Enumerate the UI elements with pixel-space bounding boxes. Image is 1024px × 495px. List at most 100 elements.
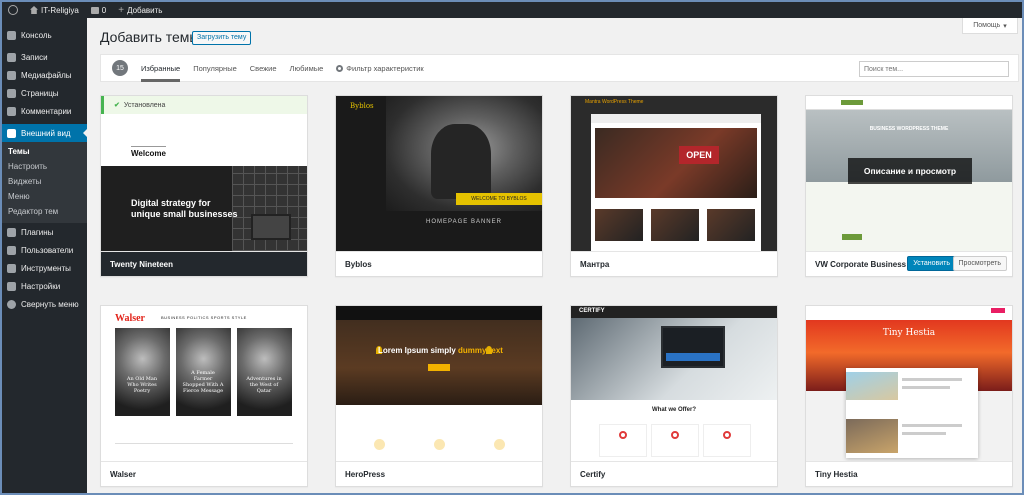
headline-text: Lorem Ipsum simply bbox=[378, 346, 456, 355]
sidebar-item-comments[interactable]: Комментарии bbox=[2, 102, 87, 120]
theme-screenshot[interactable]: Lorem Ipsum simply dummy text bbox=[336, 306, 542, 461]
screenshot-text-line bbox=[902, 424, 962, 427]
theme-screenshot[interactable]: CERTIFY What we Offer? bbox=[571, 306, 777, 461]
screenshot-heading: What we Offer? bbox=[651, 407, 696, 413]
wp-logo-menu[interactable] bbox=[2, 2, 24, 18]
feature-filter-button[interactable]: Фильтр характеристик bbox=[336, 54, 424, 82]
feature-filter-label: Фильтр характеристик bbox=[346, 63, 424, 73]
main-content: Помощь ▾ Добавить темы Загрузить тему 15 … bbox=[87, 18, 1022, 493]
preview-button[interactable]: Просмотреть bbox=[952, 256, 1007, 271]
sidebar-item-posts[interactable]: Записи bbox=[2, 48, 87, 66]
collapse-icon bbox=[7, 299, 16, 309]
screenshot-nav bbox=[591, 114, 761, 123]
submenu-menus[interactable]: Меню bbox=[2, 189, 87, 204]
theme-name: Tiny Hestia bbox=[806, 461, 1012, 486]
theme-details-overlay[interactable]: Описание и просмотр bbox=[848, 158, 972, 184]
theme-card-certify[interactable]: CERTIFY What we Offer? Certify bbox=[570, 305, 778, 487]
tab-featured[interactable]: Избранные bbox=[141, 54, 181, 82]
screenshot-slider bbox=[595, 128, 757, 198]
screenshot-service-box bbox=[599, 424, 647, 457]
sidebar-item-label: Записи bbox=[21, 52, 48, 62]
site-name-menu[interactable]: IT-Religiya bbox=[24, 2, 85, 18]
submenu-theme-editor[interactable]: Редактор тем bbox=[2, 204, 87, 219]
media-icon bbox=[7, 70, 16, 80]
page-title: Добавить темы bbox=[100, 29, 200, 45]
check-icon: ✔ bbox=[114, 102, 120, 109]
sidebar-item-settings[interactable]: Настройки bbox=[2, 277, 87, 295]
screenshot-service-icon bbox=[619, 431, 627, 439]
browser-frame: IT-Religiya 0 + Добавить Консоль Записи … bbox=[0, 0, 1024, 495]
story-title: A Female Farmer Shopped With A Fierce Me… bbox=[182, 370, 224, 394]
wordpress-icon bbox=[8, 5, 18, 15]
screenshot-bg bbox=[336, 306, 542, 461]
theme-card-twenty-nineteen[interactable]: Welcome Digital strategy for unique smal… bbox=[100, 95, 308, 277]
plus-icon: + bbox=[118, 4, 125, 16]
submenu-customize[interactable]: Настроить bbox=[2, 159, 87, 174]
sidebar-item-label: Свернуть меню bbox=[21, 299, 79, 309]
theme-card-tiny-hestia[interactable]: Tiny Hestia Tiny Hestia bbox=[805, 305, 1013, 487]
theme-screenshot[interactable]: Walser BUSINESS POLITICS SPORTS STYLE An… bbox=[101, 306, 307, 461]
screenshot-open-sign: OPEN bbox=[679, 146, 719, 164]
admin-sidebar: Консоль Записи Медиафайлы Страницы Комме… bbox=[2, 18, 87, 493]
tab-popular[interactable]: Популярные bbox=[193, 54, 237, 82]
appearance-submenu: Темы Настроить Виджеты Меню Редактор тем bbox=[2, 142, 87, 223]
home-icon bbox=[30, 6, 38, 14]
install-button[interactable]: Установить bbox=[907, 256, 956, 271]
screenshot-story: A Female Farmer Shopped With A Fierce Me… bbox=[176, 328, 231, 416]
submenu-themes[interactable]: Темы bbox=[2, 144, 87, 159]
screenshot-feature-icon bbox=[434, 439, 445, 450]
theme-screenshot[interactable]: Welcome Digital strategy for unique smal… bbox=[101, 96, 307, 251]
theme-name: Certify bbox=[571, 461, 777, 486]
installed-notice: ✔ Установлена bbox=[101, 96, 307, 114]
sidebar-item-label: Пользователи bbox=[21, 245, 74, 255]
screenshot-service-icon bbox=[723, 431, 731, 439]
screenshot-story: Adventures in the West of Qatar bbox=[237, 328, 292, 416]
theme-screenshot[interactable]: Mantra WordPress Theme OPEN bbox=[571, 96, 777, 251]
screenshot-laptop bbox=[251, 214, 291, 240]
help-label: Помощь bbox=[973, 22, 1001, 29]
sidebar-item-pages[interactable]: Страницы bbox=[2, 84, 87, 102]
theme-screenshot[interactable]: Byblos WELCOME TO BYBLOS HOMEPAGE BANNER bbox=[336, 96, 542, 251]
screenshot-logo: Walser bbox=[115, 313, 145, 324]
sidebar-item-plugins[interactable]: Плагины bbox=[2, 223, 87, 241]
theme-screenshot[interactable]: Tiny Hestia bbox=[806, 306, 1012, 461]
theme-card-walser[interactable]: Walser BUSINESS POLITICS SPORTS STYLE An… bbox=[100, 305, 308, 487]
theme-name: Byblos bbox=[336, 251, 542, 276]
sidebar-item-label: Плагины bbox=[21, 227, 54, 237]
screenshot-topbar bbox=[336, 306, 542, 320]
screenshot-cta: WELCOME TO BYBLOS bbox=[456, 193, 542, 205]
screenshot-logo: Byblos bbox=[350, 102, 374, 110]
comments-count: 0 bbox=[101, 5, 107, 15]
page-icon bbox=[7, 88, 16, 98]
sidebar-item-media[interactable]: Медиафайлы bbox=[2, 66, 87, 84]
screenshot-sidebar bbox=[336, 96, 386, 251]
search-themes-input[interactable] bbox=[859, 61, 1009, 77]
sidebar-item-users[interactable]: Пользователи bbox=[2, 241, 87, 259]
new-content-menu[interactable]: + Добавить bbox=[112, 2, 168, 18]
sidebar-item-dashboard[interactable]: Консоль bbox=[2, 26, 87, 44]
submenu-widgets[interactable]: Виджеты bbox=[2, 174, 87, 189]
story-title: Adventures in the West of Qatar bbox=[246, 376, 282, 394]
theme-screenshot[interactable]: BUSINESS WORDPRESS THEME Описание и прос… bbox=[806, 96, 1012, 251]
tab-favorites[interactable]: Любимые bbox=[290, 54, 324, 82]
sidebar-item-appearance[interactable]: Внешний вид bbox=[2, 124, 87, 142]
screenshot-banner: HOMEPAGE BANNER bbox=[386, 211, 542, 251]
theme-card-byblos[interactable]: Byblos WELCOME TO BYBLOS HOMEPAGE BANNER… bbox=[335, 95, 543, 277]
comments-menu[interactable]: 0 bbox=[85, 2, 112, 18]
screenshot-headline: Lorem Ipsum simply dummy text bbox=[378, 346, 503, 355]
help-tab[interactable]: Помощь ▾ bbox=[962, 18, 1018, 34]
sidebar-item-label: Настройки bbox=[21, 281, 61, 291]
screenshot-feature-icon bbox=[374, 439, 385, 450]
upload-theme-button[interactable]: Загрузить тему bbox=[192, 31, 252, 45]
theme-card-mantra[interactable]: Mantra WordPress Theme OPEN Мантра bbox=[570, 95, 778, 277]
theme-card-heropress[interactable]: Lorem Ipsum simply dummy text HeroPress bbox=[335, 305, 543, 487]
theme-card-vw-corporate[interactable]: BUSINESS WORDPRESS THEME Описание и прос… bbox=[805, 95, 1013, 277]
dashboard-icon bbox=[7, 30, 16, 40]
chevron-down-icon: ▾ bbox=[1003, 22, 1007, 30]
comment-icon bbox=[7, 106, 16, 116]
sidebar-item-label: Внешний вид bbox=[21, 128, 71, 138]
sidebar-item-tools[interactable]: Инструменты bbox=[2, 259, 87, 277]
tab-latest[interactable]: Свежие bbox=[250, 54, 277, 82]
sidebar-collapse[interactable]: Свернуть меню bbox=[2, 295, 87, 313]
screenshot-feature-icon bbox=[494, 439, 505, 450]
